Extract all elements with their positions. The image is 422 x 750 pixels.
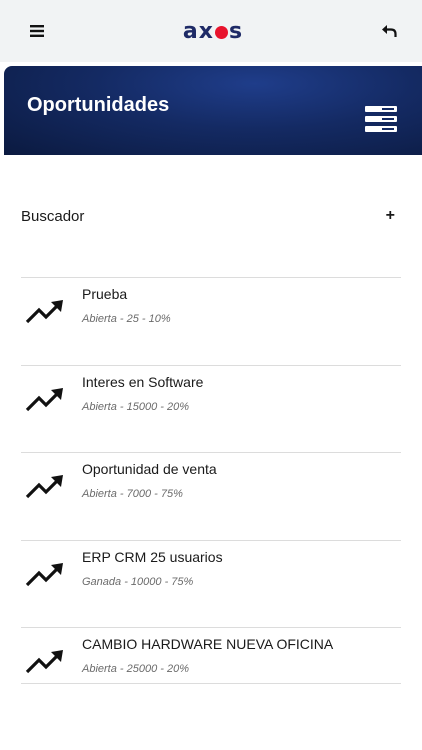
trending-up-icon [25,562,63,586]
list-item[interactable]: ERP CRM 25 usuarios Ganada - 10000 - 75% [21,539,401,628]
trending-up-icon [25,475,63,499]
item-title: Interes en Software [82,373,204,390]
top-bar: ax s [0,0,422,62]
item-detail: Abierta - 25 - 10% [82,313,171,325]
item-title: ERP CRM 25 usuarios [82,548,223,565]
logo-dot [214,25,228,39]
trending-up-icon [25,300,63,324]
hamburger-icon [30,25,44,37]
list-item[interactable]: Interes en Software Abierta - 15000 - 20… [21,364,401,453]
search-section-toggle[interactable]: Buscador + [21,198,401,234]
list-item[interactable]: CAMBIO HARDWARE NUEVA OFICINA Abierta - … [21,627,401,684]
reply-arrow-icon [382,25,397,37]
expand-plus-icon: + [385,207,395,224]
list-item[interactable]: Prueba Abierta - 25 - 10% [21,277,401,365]
item-detail: Abierta - 7000 - 75% [82,488,183,500]
list-view-icon [365,106,397,112]
menu-button[interactable] [24,18,50,44]
logo-text-left: ax [182,18,214,44]
trending-up-icon [25,650,63,674]
search-label: Buscador [21,207,85,225]
item-detail: Abierta - 15000 - 20% [82,400,190,413]
item-title: Prueba [82,286,128,302]
opportunity-list: Prueba Abierta - 25 - 10% Interes en Sof… [21,277,401,684]
item-title: CAMBIO HARDWARE NUEVA OFICINA [82,636,334,652]
page-title: Oportunidades [27,94,170,116]
page-header: Oportunidades [0,62,422,155]
item-detail: Abierta - 25000 - 20% [82,663,190,675]
list-view-button[interactable] [365,106,397,132]
logo-text-right: s [228,18,244,44]
item-title: Oportunidad de venta [82,461,217,477]
list-item[interactable]: Oportunidad de venta Abierta - 7000 - 75… [21,452,401,540]
back-button[interactable] [376,18,402,44]
item-detail: Ganada - 10000 - 75% [82,575,194,588]
trending-up-icon [25,387,63,411]
app-logo: ax s [183,19,243,44]
